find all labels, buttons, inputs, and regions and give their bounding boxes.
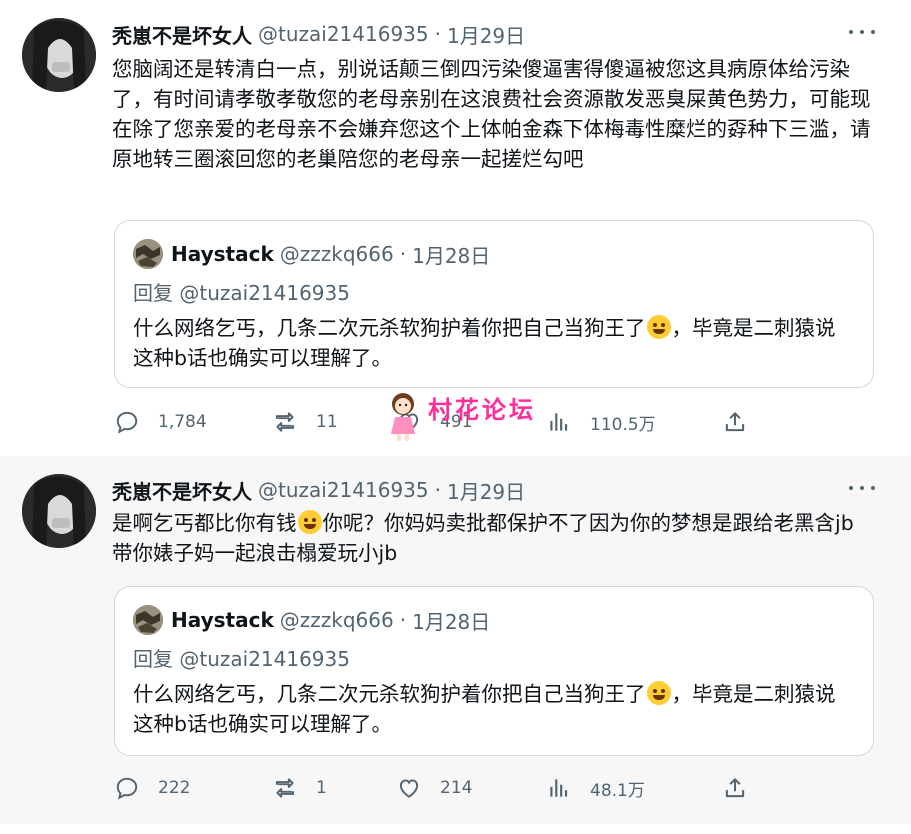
quote-text-part-1: 什么网络乞丐，几条二次元杀软狗护着你把自己当狗王了 bbox=[133, 316, 646, 340]
tweet-text: 是啊乞丐都比你有钱 你呢？你妈妈卖批都保护不了因为你的梦想是跟给老黑含jb带你婊子… bbox=[112, 508, 872, 568]
tweet-date[interactable]: 1月29日 bbox=[447, 20, 525, 49]
share-button[interactable] bbox=[722, 406, 766, 438]
quoted-tweet[interactable]: Haystack @zzzkq666 · 1月28日 回复 @tuzai2141… bbox=[114, 220, 874, 388]
views-button[interactable]: 48.1万 bbox=[546, 772, 645, 804]
watermark: 村花论坛 bbox=[384, 390, 536, 442]
tweet-date[interactable]: 1月29日 bbox=[447, 476, 525, 505]
views-count: 48.1万 bbox=[590, 780, 645, 801]
reply-icon bbox=[116, 777, 138, 800]
avatar[interactable] bbox=[22, 474, 96, 548]
like-count: 214 bbox=[440, 778, 473, 798]
rolling-laughing-emoji-icon bbox=[646, 681, 671, 705]
avatar-photo bbox=[22, 474, 96, 548]
tweet-header: 秃崽不是坏女人 @tuzai21416935 · 1月29日 bbox=[112, 476, 525, 504]
heart-icon bbox=[399, 779, 419, 798]
reply-button[interactable]: 222 bbox=[114, 772, 190, 804]
more-options-icon[interactable] bbox=[849, 478, 875, 498]
quote-text: 什么网络乞丐，几条二次元杀软狗护着你把自己当狗王了 ，毕竟是二刺猿说这种b话也确实… bbox=[133, 679, 851, 739]
separator: · bbox=[434, 22, 441, 46]
reply-mention: @tuzai21416935 bbox=[179, 281, 350, 305]
retweet-count: 1 bbox=[316, 778, 327, 798]
more-options-icon[interactable] bbox=[849, 22, 875, 42]
quote-date: 1月28日 bbox=[412, 609, 491, 634]
tweet-header: 秃崽不是坏女人 @tuzai21416935 · 1月29日 bbox=[112, 20, 525, 48]
tweet-2[interactable]: 秃崽不是坏女人 @tuzai21416935 · 1月29日 是啊乞丐都比你有钱… bbox=[0, 456, 911, 824]
reply-prefix: 回复 bbox=[133, 647, 173, 671]
quote-header: Haystack @zzzkq666 · 1月28日 bbox=[133, 239, 490, 269]
retweet-button[interactable]: 1 bbox=[272, 772, 327, 804]
quote-text: 什么网络乞丐，几条二次元杀软狗护着你把自己当狗王了 ，毕竟是二刺猿说这种b话也确实… bbox=[133, 313, 851, 373]
views-chart-icon bbox=[550, 779, 568, 797]
reply-count: 1,784 bbox=[158, 412, 207, 432]
author-handle[interactable]: @tuzai21416935 bbox=[258, 22, 429, 46]
views-chart-icon bbox=[550, 413, 568, 431]
retweet-button[interactable]: 11 bbox=[272, 406, 338, 438]
views-count: 110.5万 bbox=[590, 414, 656, 435]
author-name[interactable]: 秃崽不是坏女人 bbox=[112, 20, 252, 49]
reply-prefix: 回复 bbox=[133, 281, 173, 305]
share-icon bbox=[725, 412, 745, 432]
reply-count: 222 bbox=[158, 778, 191, 798]
quoted-tweet[interactable]: Haystack @zzzkq666 · 1月28日 回复 @tuzai2141… bbox=[114, 586, 874, 756]
quote-avatar bbox=[133, 239, 163, 269]
quote-author-name: Haystack bbox=[171, 608, 274, 632]
separator: · bbox=[434, 478, 441, 502]
reply-context: 回复 @tuzai21416935 bbox=[133, 277, 350, 306]
views-button[interactable]: 110.5万 bbox=[546, 406, 656, 438]
reply-icon bbox=[116, 411, 138, 434]
author-name[interactable]: 秃崽不是坏女人 bbox=[112, 476, 252, 505]
quote-header: Haystack @zzzkq666 · 1月28日 bbox=[133, 605, 490, 635]
quote-separator: · bbox=[399, 608, 407, 632]
quote-separator: · bbox=[399, 242, 407, 266]
tweet-text-part-1: 是啊乞丐都比你有钱 bbox=[112, 511, 297, 535]
watermark-girl-figure-icon bbox=[391, 393, 415, 441]
quote-author-handle: @zzzkq666 bbox=[279, 608, 394, 632]
watermark-text: 村花论坛 bbox=[428, 395, 536, 424]
zany-face-emoji-icon bbox=[297, 510, 322, 534]
reply-context: 回复 @tuzai21416935 bbox=[133, 643, 350, 672]
retweet-count: 11 bbox=[316, 412, 338, 432]
share-icon bbox=[725, 778, 745, 798]
tweet-text: 您脑阔还是转清白一点，别说话颠三倒四污染傻逼害得傻逼被您这具病原体给污染了，有时… bbox=[112, 57, 871, 171]
quote-author-handle: @zzzkq666 bbox=[279, 242, 394, 266]
reply-button[interactable]: 1,784 bbox=[114, 406, 207, 438]
quote-text-part-1: 什么网络乞丐，几条二次元杀软狗护着你把自己当狗王了 bbox=[133, 682, 646, 706]
author-handle[interactable]: @tuzai21416935 bbox=[258, 478, 429, 502]
share-button[interactable] bbox=[722, 772, 766, 804]
rolling-laughing-emoji-icon bbox=[646, 315, 671, 339]
action-bar: 222 1 214 48.1万 bbox=[114, 772, 774, 804]
tweet-1[interactable]: 秃崽不是坏女人 @tuzai21416935 · 1月29日 您脑阔还是转清白一… bbox=[0, 0, 911, 456]
reply-mention: @tuzai21416935 bbox=[179, 647, 350, 671]
quote-avatar bbox=[133, 605, 163, 635]
avatar[interactable] bbox=[22, 18, 96, 92]
quote-date: 1月28日 bbox=[412, 243, 491, 268]
retweet-icon bbox=[275, 778, 295, 798]
quote-author-name: Haystack bbox=[171, 242, 274, 266]
retweet-icon bbox=[275, 412, 295, 432]
avatar-photo bbox=[22, 18, 96, 92]
like-button[interactable]: 214 bbox=[396, 772, 472, 804]
